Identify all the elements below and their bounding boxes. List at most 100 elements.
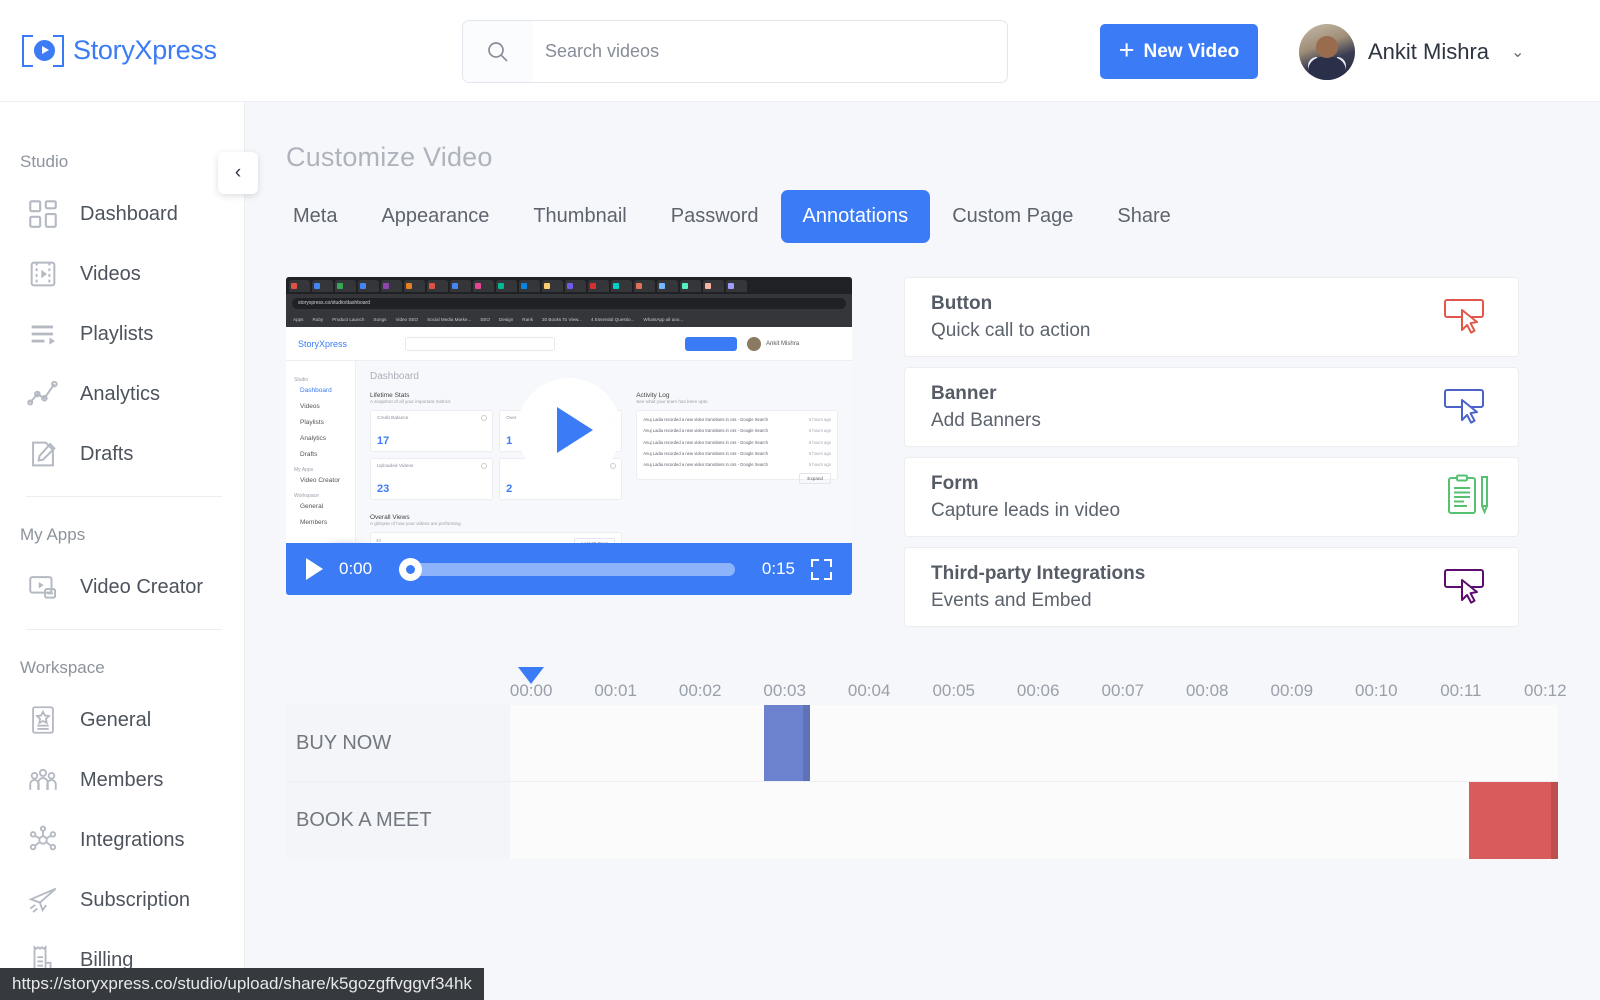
sidebar-item-label: Analytics <box>80 382 161 405</box>
sidebar-item-members[interactable]: Members <box>0 750 244 810</box>
sidebar: Studio Dashboard Videos Playlists Analyt… <box>0 102 245 1000</box>
video-player[interactable]: storyxpress.co/studio/dashboard Apps Rub… <box>286 277 852 595</box>
ruler-tick: 00:05 <box>932 681 975 713</box>
integrations-node-icon <box>26 823 60 857</box>
annotation-card-button[interactable]: Button Quick call to action <box>904 277 1519 357</box>
tab-annotations[interactable]: Annotations <box>780 190 931 243</box>
preview-address-bar: storyxpress.co/studio/dashboard <box>286 294 852 312</box>
preview-activity-row: Anuj Ladia recorded a new video transiti… <box>643 428 831 434</box>
annotation-card-banner[interactable]: Banner Add Banners <box>904 367 1519 447</box>
sidebar-item-label: Subscription <box>80 888 191 911</box>
fullscreen-icon[interactable] <box>811 558 832 580</box>
timeline-ruler[interactable]: 00:00 00:01 00:02 00:03 00:04 00:05 00:0… <box>510 667 1567 713</box>
preview-avatar <box>747 336 762 351</box>
card-title: Third-party Integrations <box>931 562 1146 584</box>
bookmark: Apps <box>293 317 304 322</box>
timeline-clip[interactable] <box>1468 782 1559 859</box>
annotation-type-list: Button Quick call to action Banner Add B… <box>904 277 1519 637</box>
video-controls: 0:00 0:15 <box>286 543 852 595</box>
ruler-tick: 00:04 <box>847 681 891 713</box>
tab-custom-page[interactable]: Custom Page <box>930 190 1095 243</box>
bookmark: Songs <box>373 317 387 322</box>
preview-side-section: Workspace <box>294 493 319 499</box>
preview-app-header: StoryXpress Ankit Mishra <box>286 327 852 361</box>
ruler-tick: 00:10 <box>1354 681 1398 713</box>
preview-activity-title: Activity Log <box>636 392 670 399</box>
sidebar-item-videos[interactable]: Videos <box>0 244 244 304</box>
preview-stat-card: Credit Balance 17 <box>370 410 494 452</box>
main-content: Customize Video Meta Appearance Thumbnai… <box>245 102 1600 1000</box>
sidebar-item-playlists[interactable]: Playlists <box>0 304 244 364</box>
sidebar-item-label: Drafts <box>80 442 134 465</box>
annotation-timeline: 00:00 00:01 00:02 00:03 00:04 00:05 00:0… <box>286 667 1567 859</box>
bookmark: Product Launch <box>332 317 365 322</box>
preview-activity-card: Anuj Ladia recorded a new video transiti… <box>636 410 838 485</box>
user-menu[interactable]: Ankit Mishra ⌄ <box>1299 24 1524 80</box>
sidebar-collapse-button[interactable]: ‹ <box>218 152 258 194</box>
search-input[interactable] <box>533 21 1007 82</box>
preview-side-item: Playlists <box>300 419 324 426</box>
ruler-tick: 00:09 <box>1270 681 1314 713</box>
preview-side-section: My Apps <box>294 467 314 473</box>
sidebar-item-video-creator[interactable]: Video Creator <box>0 557 244 617</box>
sidebar-item-general[interactable]: General <box>0 690 244 750</box>
sidebar-section-my-apps: My Apps <box>20 525 86 544</box>
video-progress-slider[interactable] <box>399 557 735 581</box>
dashboard-grid-icon <box>26 197 60 231</box>
bookmark: Ruby <box>312 317 324 322</box>
timeline-track-buy-now: BUY NOW <box>286 705 1558 782</box>
tab-appearance[interactable]: Appearance <box>359 190 511 243</box>
ruler-tick: 00:02 <box>678 681 722 713</box>
track-lane[interactable] <box>510 705 1558 781</box>
current-time: 0:00 <box>339 559 373 578</box>
ruler-tick: 00:06 <box>1016 681 1060 713</box>
track-label: BOOK A MEET <box>286 782 510 859</box>
playlist-icon <box>26 317 60 351</box>
play-overlay-icon[interactable] <box>517 377 621 482</box>
sidebar-item-dashboard[interactable]: Dashboard <box>0 184 244 244</box>
bookmark: SEO <box>480 317 490 322</box>
card-subtitle: Add Banners <box>931 409 1041 431</box>
sidebar-item-integrations[interactable]: Integrations <box>0 810 244 870</box>
sidebar-item-label: Integrations <box>80 828 185 851</box>
chevron-down-icon[interactable]: ⌄ <box>1511 42 1524 62</box>
ruler-tick: 00:07 <box>1101 681 1145 713</box>
user-name: Ankit Mishra <box>1368 39 1490 64</box>
preview-stat-card: Uploaded Videos 23 <box>370 458 494 500</box>
annotation-card-form[interactable]: Form Capture leads in video <box>904 457 1519 537</box>
preview-search <box>405 336 556 351</box>
tab-password[interactable]: Password <box>649 190 781 243</box>
bookmark: WhatsApp all aoo... <box>643 317 684 322</box>
click-button-icon <box>1444 297 1492 337</box>
sidebar-item-subscription[interactable]: Subscription <box>0 870 244 930</box>
tab-meta[interactable]: Meta <box>271 190 359 243</box>
new-video-button[interactable]: + New Video <box>1100 24 1258 79</box>
sidebar-item-label: Video Creator <box>80 575 204 598</box>
ruler-tick: 00:01 <box>594 681 637 713</box>
card-subtitle: Capture leads in video <box>931 499 1121 521</box>
play-icon[interactable] <box>306 558 323 580</box>
timeline-track-book-a-meeting: BOOK A MEET <box>286 782 1559 859</box>
search-box[interactable] <box>462 20 1008 83</box>
bookmark: Design <box>498 317 514 322</box>
brand-logo[interactable]: StoryXpress <box>22 31 217 71</box>
preview-side-item: Dashboard <box>300 387 332 394</box>
preview-browser-tabs <box>286 277 852 294</box>
sidebar-item-drafts[interactable]: Drafts <box>0 424 244 484</box>
annotation-card-third-party-integrations[interactable]: Third-party Integrations Events and Embe… <box>904 547 1519 627</box>
timeline-clip[interactable] <box>763 705 811 781</box>
drafts-pencil-icon <box>26 437 60 471</box>
tab-share[interactable]: Share <box>1095 190 1192 243</box>
preview-activity-row: Anuj Ladia recorded a new video transiti… <box>643 417 831 422</box>
tab-thumbnail[interactable]: Thumbnail <box>511 190 648 243</box>
progress-knob[interactable] <box>399 557 422 581</box>
preview-side-item: Analytics <box>300 435 327 442</box>
card-title: Banner <box>931 382 997 404</box>
sidebar-item-label: Members <box>80 768 164 791</box>
duration: 0:15 <box>761 559 795 578</box>
top-bar: StoryXpress + New Video Ankit Mishra ⌄ <box>0 0 1600 102</box>
ruler-tick: 00:03 <box>763 681 806 713</box>
sidebar-item-analytics[interactable]: Analytics <box>0 364 244 424</box>
new-video-label: New Video <box>1143 40 1240 62</box>
track-lane[interactable] <box>510 782 1559 859</box>
